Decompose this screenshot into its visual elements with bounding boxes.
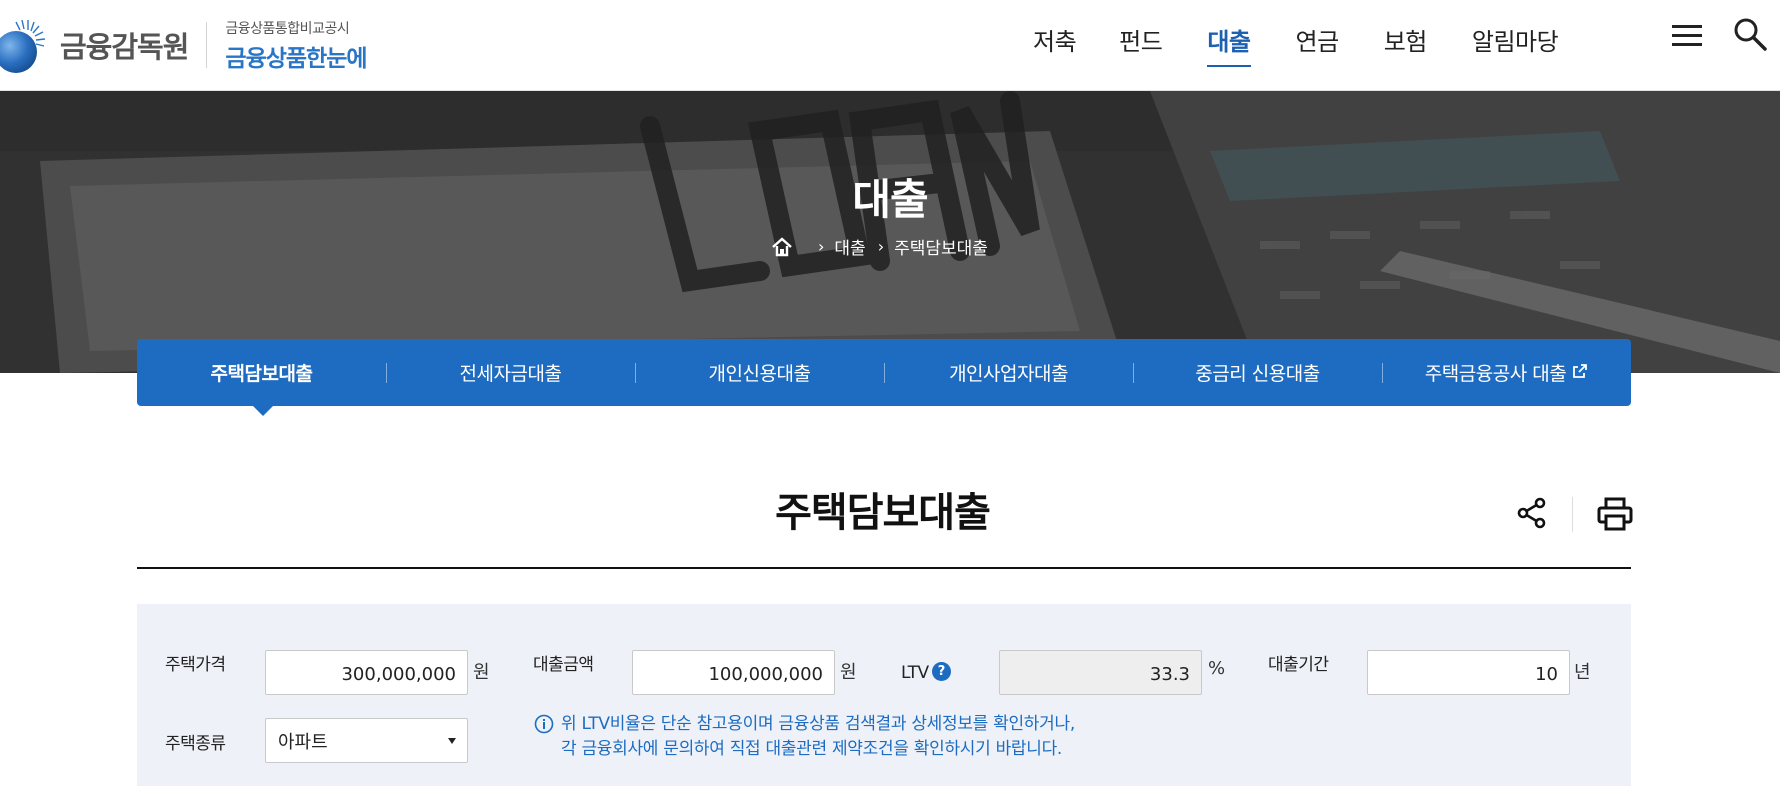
loan-period-input[interactable]: 10 <box>1367 650 1570 695</box>
breadcrumb-item-mortgage[interactable]: 주택담보대출 <box>894 234 988 259</box>
breadcrumb-item-loan[interactable]: 대출 <box>834 234 865 259</box>
tab-personal-credit-loan[interactable]: 개인신용대출 <box>635 339 884 406</box>
ltv-output: 33.3 <box>999 650 1202 695</box>
ltv-notice: 위 LTV비율은 단순 참고용이며 금융상품 검색결과 상세정보를 확인하거나,… <box>534 712 1075 762</box>
tab-mid-rate-credit-loan[interactable]: 중금리 신용대출 <box>1133 339 1382 406</box>
logo-divider <box>206 22 208 68</box>
loan-amount-unit: 원 <box>840 662 857 683</box>
print-icon[interactable] <box>1596 496 1634 532</box>
tab-hf-loan[interactable]: 주택금융공사 대출 <box>1382 339 1631 406</box>
house-type-select[interactable]: 아파트 <box>265 718 468 763</box>
logo-subtitle: 금융상품통합비교공시 <box>225 20 350 37</box>
house-type-selected-value: 아파트 <box>278 731 328 753</box>
hamburger-icon[interactable] <box>1672 25 1702 47</box>
active-tab-pointer <box>253 406 273 416</box>
site-header: 금융감독원 금융상품통합비교공시 금융상품한눈에 저축 펀드 대출 연금 보험 … <box>0 0 1780 91</box>
breadcrumb: › 대출 › 주택담보대출 <box>770 234 988 259</box>
tab-business-loan[interactable]: 개인사업자대출 <box>884 339 1133 406</box>
logo-service-title: 금융상품한눈에 <box>225 45 367 72</box>
house-type-label: 주택종류 <box>165 734 226 754</box>
tab-label: 전세자금대출 <box>459 363 562 385</box>
chevron-right-icon: › <box>877 237 885 256</box>
external-link-icon <box>1573 363 1588 378</box>
search-icon[interactable] <box>1732 16 1768 52</box>
loan-type-tabs: 주택담보대출 전세자금대출 개인신용대출 개인사업자대출 중금리 신용대출 주택… <box>137 339 1631 406</box>
title-divider <box>137 567 1631 569</box>
nav-item-savings[interactable]: 저축 <box>1033 22 1077 67</box>
ltv-label: LTV <box>901 663 929 683</box>
logo-agency-name: 금융감독원 <box>60 30 189 64</box>
ltv-unit: % <box>1208 658 1226 679</box>
home-icon[interactable] <box>770 236 794 258</box>
nav-item-loan[interactable]: 대출 <box>1207 22 1251 67</box>
tab-label: 개인신용대출 <box>708 363 811 385</box>
globe-logo-icon <box>0 19 46 73</box>
tab-jeonse-loan[interactable]: 전세자금대출 <box>386 339 635 406</box>
help-icon[interactable]: ? <box>932 662 951 681</box>
nav-item-pension[interactable]: 연금 <box>1296 22 1340 67</box>
notice-line: 각 금융회사에 문의하여 직접 대출관련 제약조건을 확인하시기 바랍니다. <box>561 739 1063 759</box>
dropdown-arrow-icon <box>448 738 456 744</box>
nav-item-notice[interactable]: 알림마당 <box>1472 22 1559 67</box>
page-title: 주택담보대출 <box>775 490 991 536</box>
house-price-label: 주택가격 <box>165 655 226 675</box>
house-price-unit: 원 <box>473 662 490 683</box>
loan-period-unit: 년 <box>1574 662 1591 683</box>
house-price-input[interactable]: 300,000,000 <box>265 650 468 695</box>
loan-amount-input[interactable]: 100,000,000 <box>632 650 835 695</box>
tab-label: 주택담보대출 <box>210 363 313 385</box>
loan-period-label: 대출기간 <box>1268 655 1329 675</box>
main-nav: 저축 펀드 대출 연금 보험 알림마당 <box>1033 22 1603 67</box>
page-banner: 대출 › 대출 › 주택담보대출 <box>0 91 1780 373</box>
banner-background-image <box>0 91 1780 373</box>
tab-mortgage-loan[interactable]: 주택담보대출 <box>137 339 386 406</box>
tab-label: 주택금융공사 대출 <box>1424 363 1567 385</box>
chevron-right-icon: › <box>818 237 825 256</box>
site-logo[interactable]: 금융감독원 금융상품통합비교공시 금융상품한눈에 <box>0 16 368 74</box>
notice-line: 위 LTV비율은 단순 참고용이며 금융상품 검색결과 상세정보를 확인하거나, <box>561 714 1075 734</box>
toolbar-divider <box>1572 497 1573 532</box>
share-icon[interactable] <box>1515 496 1549 530</box>
logo-service-name: 금융상품통합비교공시 금융상품한눈에 <box>225 18 367 73</box>
banner-title: 대출 <box>852 175 928 224</box>
loan-amount-label: 대출금액 <box>533 655 594 675</box>
tab-label: 중금리 신용대출 <box>1195 363 1320 385</box>
nav-item-insurance[interactable]: 보험 <box>1384 22 1428 67</box>
nav-item-fund[interactable]: 펀드 <box>1119 22 1163 67</box>
tab-label: 개인사업자대출 <box>949 363 1068 385</box>
